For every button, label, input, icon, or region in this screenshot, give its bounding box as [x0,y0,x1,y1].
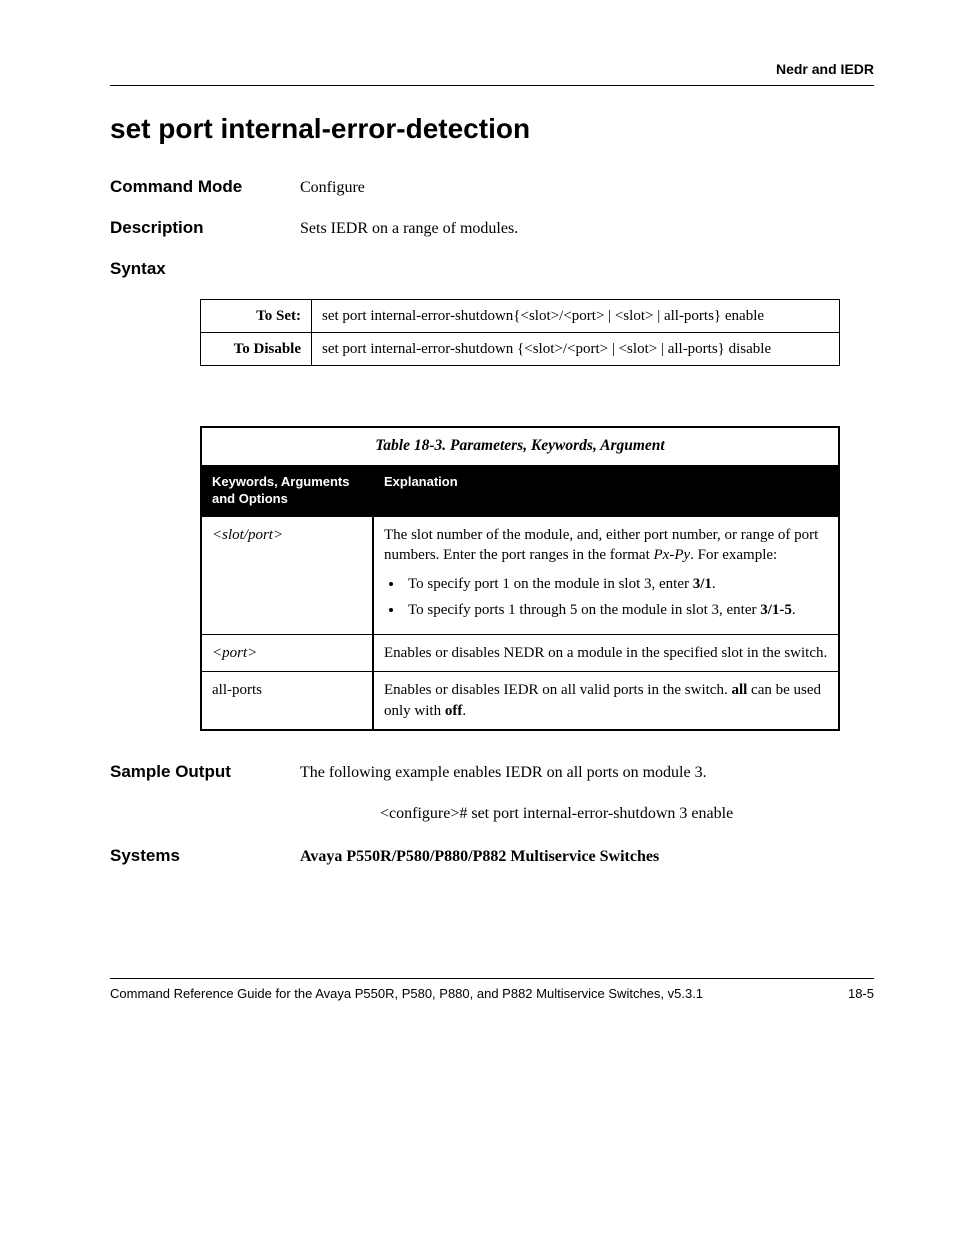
kw-slot-port: <slot/port> [201,517,373,635]
syntax-table: To Set: set port internal-error-shutdown… [200,299,840,367]
b1-pre: To specify port 1 on the module in slot … [408,576,693,592]
list-item: To specify port 1 on the module in slot … [404,574,828,594]
b1-post: . [712,576,716,592]
exp-intro-fmt: Px-Py [654,547,691,563]
systems-row: Systems Avaya P550R/P580/P880/P882 Multi… [110,845,874,868]
description-label: Description [110,217,300,240]
table-row: To Set: set port internal-error-shutdown… [201,299,840,332]
r3-off: off [445,703,463,719]
page-footer: Command Reference Guide for the Avaya P5… [110,978,874,1003]
b2-val: 3/1-5 [760,602,792,618]
header-explanation: Explanation [373,465,839,517]
exp-all-ports: Enables or disables IEDR on all valid po… [373,672,839,730]
syntax-block: To Set: set port internal-error-shutdown… [200,299,874,367]
command-mode-row: Command Mode Configure [110,176,874,199]
r3-post: . [462,703,466,719]
b2-pre: To specify ports 1 through 5 on the modu… [408,602,760,618]
sample-output-row: Sample Output The following example enab… [110,761,874,825]
table-row: all-ports Enables or disables IEDR on al… [201,672,839,730]
sample-output-code: <configure># set port internal-error-shu… [380,803,874,825]
description-value: Sets IEDR on a range of modules. [300,217,874,240]
exp-intro-post: . For example: [690,547,777,563]
footer-right: 18-5 [848,985,874,1003]
b2-post: . [792,602,796,618]
description-row: Description Sets IEDR on a range of modu… [110,217,874,240]
syntax-disable-text: set port internal-error-shutdown {<slot>… [312,332,840,365]
syntax-set-label: To Set: [201,299,312,332]
kw-port: <port> [201,635,373,672]
parameters-table: Table 18-3. Parameters, Keywords, Argume… [200,426,840,731]
r3-all: all [731,682,747,698]
running-head: Nedr and IEDR [110,60,874,79]
table-row: <slot/port> The slot number of the modul… [201,517,839,635]
kw-all-ports: all-ports [201,672,373,730]
top-rule [110,85,874,86]
header-keywords: Keywords, Arguments and Options [201,465,373,517]
page-title: set port internal-error-detection [110,110,874,148]
parameters-block: Table 18-3. Parameters, Keywords, Argume… [200,426,874,731]
sample-output-body: The following example enables IEDR on al… [300,761,874,825]
syntax-label: Syntax [110,258,300,281]
systems-value: Avaya P550R/P580/P880/P882 Multiservice … [300,845,874,868]
syntax-row: Syntax [110,258,874,281]
exp-slot-port: The slot number of the module, and, eith… [373,517,839,635]
b1-val: 3/1 [693,576,712,592]
command-mode-label: Command Mode [110,176,300,199]
exp-bullets: To specify port 1 on the module in slot … [384,574,828,621]
r3-pre: Enables or disables IEDR on all valid po… [384,682,731,698]
exp-port: Enables or disables NEDR on a module in … [373,635,839,672]
table-row: <port> Enables or disables NEDR on a mod… [201,635,839,672]
command-mode-value: Configure [300,176,874,199]
sample-output-label: Sample Output [110,761,300,825]
sample-output-intro: The following example enables IEDR on al… [300,764,707,781]
syntax-set-text: set port internal-error-shutdown{<slot>/… [312,299,840,332]
footer-left: Command Reference Guide for the Avaya P5… [110,985,703,1003]
syntax-disable-label: To Disable [201,332,312,365]
table-row: To Disable set port internal-error-shutd… [201,332,840,365]
table-header-row: Keywords, Arguments and Options Explanat… [201,465,839,517]
list-item: To specify ports 1 through 5 on the modu… [404,600,828,620]
systems-label: Systems [110,845,300,868]
parameters-caption: Table 18-3. Parameters, Keywords, Argume… [200,426,840,465]
